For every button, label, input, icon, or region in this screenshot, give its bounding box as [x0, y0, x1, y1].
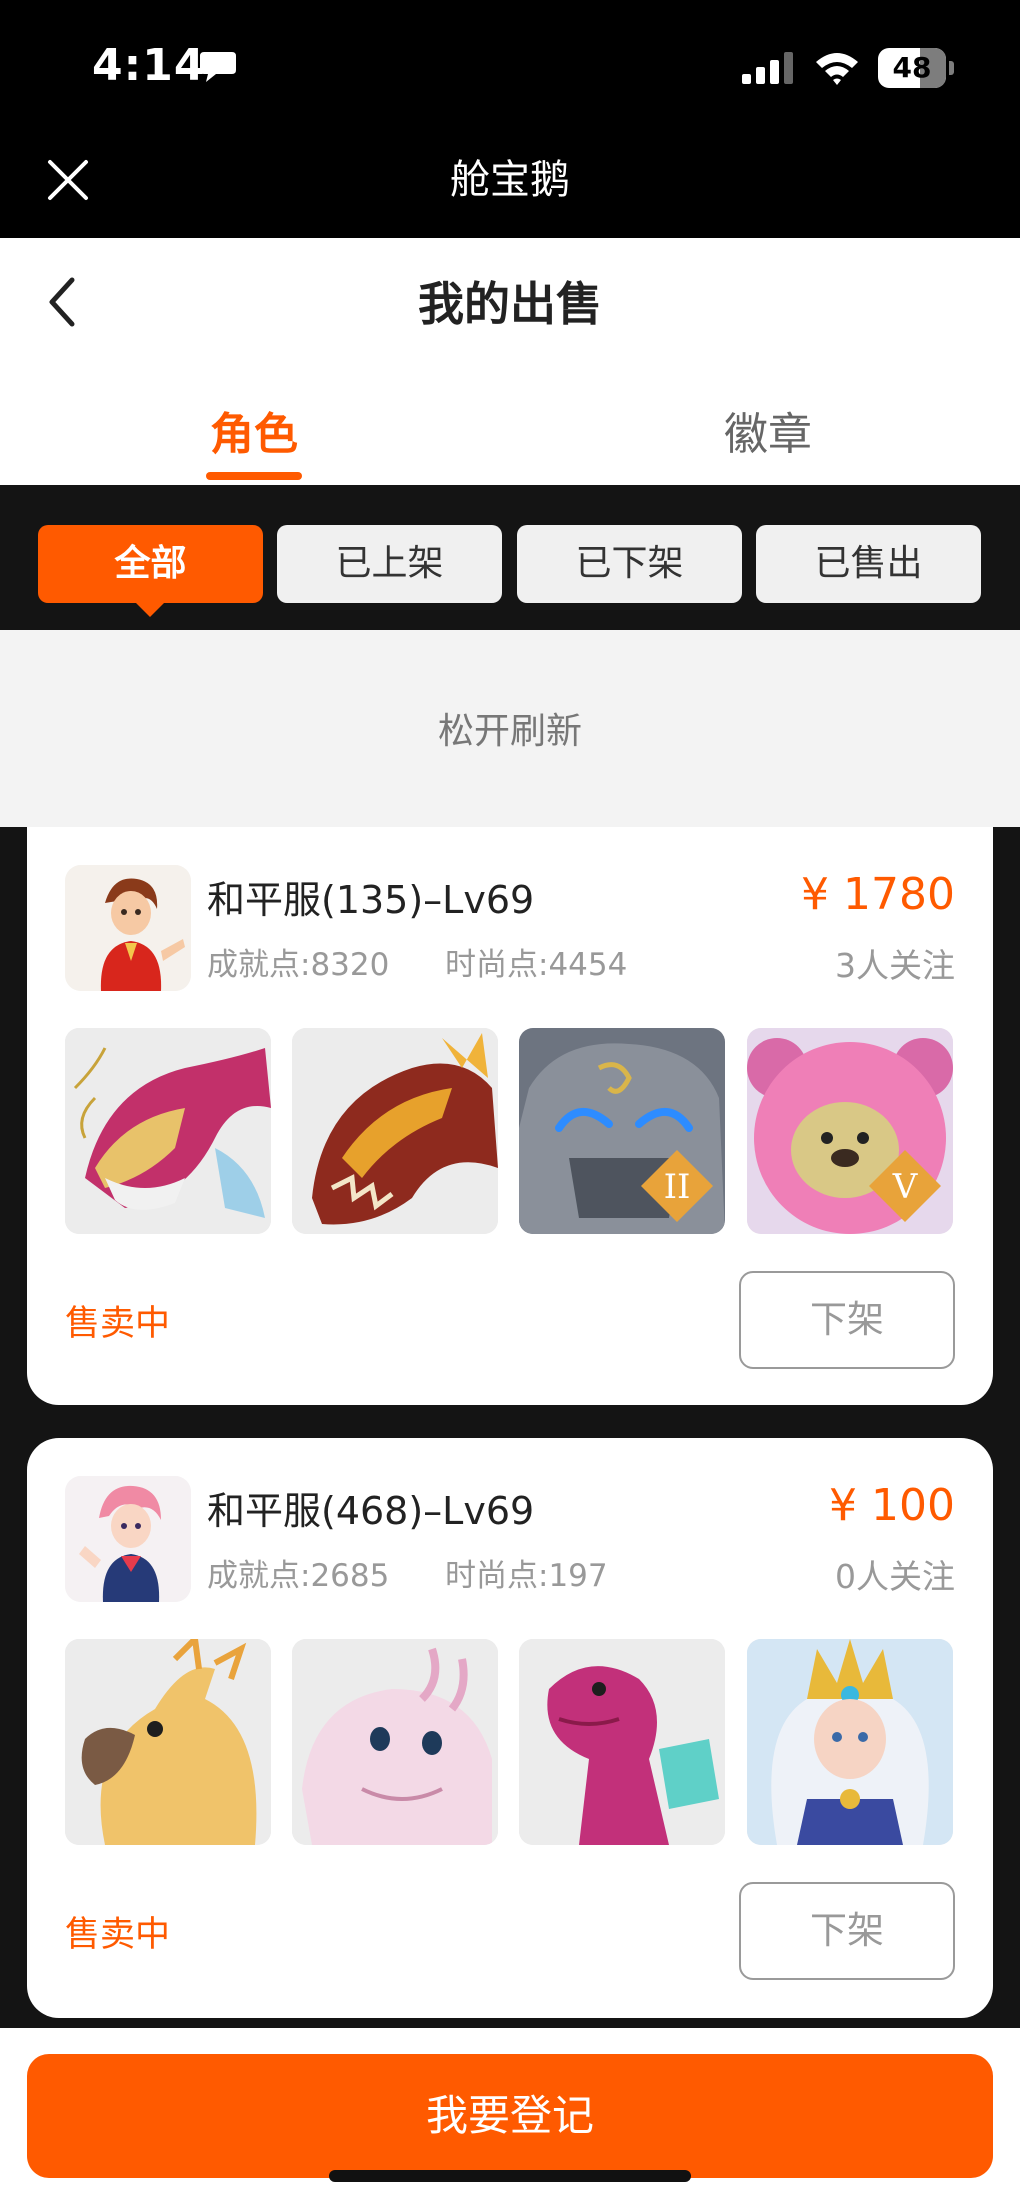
- rank-badge-icon: V: [869, 1150, 941, 1222]
- skin-thumbnail[interactable]: [747, 1639, 953, 1845]
- listing-card[interactable]: 和平服(135)–Lv69 成就点:8320 时尚点:4454 ¥ 1780 3…: [27, 827, 993, 1405]
- svg-text:II: II: [664, 1167, 691, 1207]
- filter-delisted[interactable]: 已下架: [517, 525, 742, 603]
- app-header: 舱宝鹅: [0, 135, 1020, 238]
- skin-thumbnail[interactable]: [65, 1639, 271, 1845]
- follow-count: 0人关注: [835, 1557, 955, 1596]
- skin-thumbnail[interactable]: [65, 1028, 271, 1234]
- listing-card[interactable]: 和平服(468)–Lv69 成就点:2685 时尚点:197 ¥ 100 0人关…: [27, 1438, 993, 2018]
- svg-text:V: V: [892, 1167, 919, 1207]
- follow-count: 3人关注: [835, 946, 955, 985]
- filter-all[interactable]: 全部: [38, 525, 263, 603]
- character-name: 和平服(135)–Lv69: [207, 878, 535, 922]
- character-avatar: [65, 865, 191, 991]
- achievement-points: 成就点:2685: [207, 1558, 390, 1594]
- home-indicator: [329, 2170, 691, 2182]
- price: ¥ 100: [829, 1480, 955, 1531]
- pull-refresh-area: 松开刷新: [0, 630, 1020, 827]
- delist-button[interactable]: 下架: [739, 1882, 955, 1980]
- price: ¥ 1780: [801, 869, 955, 920]
- page: 4:14 48 舱宝鹅 我的出售 角色 徽章 全部 已上架 已下架 已售出 松开…: [0, 0, 1020, 2207]
- skin-thumbnail[interactable]: [292, 1028, 498, 1234]
- status-bar: 4:14 48: [0, 0, 1020, 135]
- sale-status: 售卖中: [65, 1304, 171, 1344]
- battery-nub: [949, 61, 954, 75]
- character-name: 和平服(468)–Lv69: [207, 1489, 535, 1533]
- skin-thumbnail[interactable]: [519, 1639, 725, 1845]
- filter-bar: 全部 已上架 已下架 已售出: [0, 485, 1020, 630]
- skin-thumbnail[interactable]: V: [747, 1028, 953, 1234]
- register-button[interactable]: 我要登记: [27, 2054, 993, 2178]
- rank-badge-icon: II: [641, 1150, 713, 1222]
- page-title: 我的出售: [418, 277, 602, 331]
- fashion-points: 时尚点:197: [445, 1558, 608, 1594]
- wifi-icon: [816, 53, 858, 85]
- status-time: 4:14: [92, 40, 206, 91]
- character-avatar: [65, 1476, 191, 1602]
- tab-role[interactable]: 角色: [210, 398, 298, 462]
- filter-active-indicator: [136, 603, 164, 617]
- filter-sold[interactable]: 已售出: [756, 525, 981, 603]
- page-nav: 我的出售 角色 徽章: [0, 238, 1020, 485]
- achievement-points: 成就点:8320: [207, 947, 390, 983]
- skin-thumbnail[interactable]: II: [519, 1028, 725, 1234]
- skin-thumbnail[interactable]: [292, 1639, 498, 1845]
- tab-active-underline: [206, 472, 302, 480]
- tab-badge[interactable]: 徽章: [724, 398, 812, 462]
- signal-icon: [742, 52, 793, 84]
- sale-status: 售卖中: [65, 1915, 171, 1955]
- fashion-points: 时尚点:4454: [445, 947, 628, 983]
- battery-level: 48: [892, 51, 932, 84]
- refresh-hint: 松开刷新: [437, 711, 582, 752]
- app-title: 舱宝鹅: [450, 157, 570, 203]
- delist-button[interactable]: 下架: [739, 1271, 955, 1369]
- battery-indicator: 48: [878, 48, 946, 88]
- message-icon: [200, 52, 236, 82]
- filter-listed[interactable]: 已上架: [277, 525, 502, 603]
